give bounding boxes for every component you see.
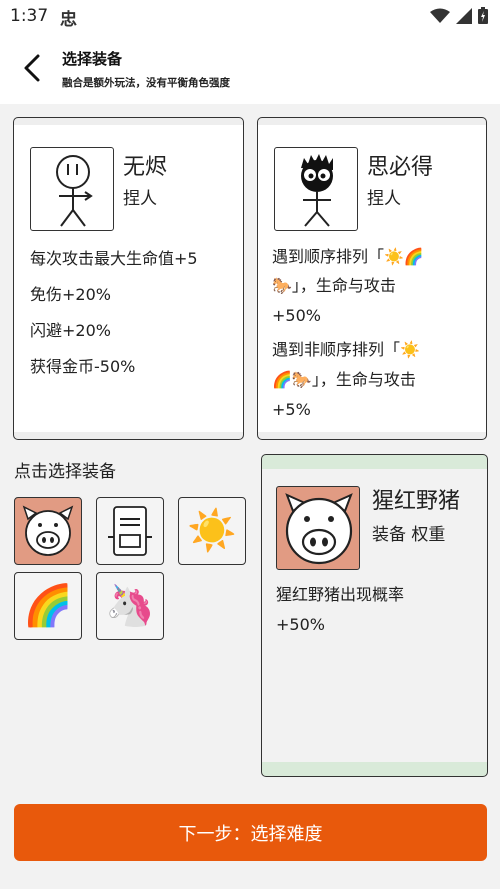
character-effect: 遇到顺序排列「☀️🌈 <box>272 247 424 266</box>
rainbow-icon: 🌈 <box>23 583 73 629</box>
unicorn-icon: 🦄 <box>105 583 155 629</box>
character-card-wujin[interactable]: 无烬 捏人 每次攻击最大生命值+5 免伤+20% 闪避+20% 获得金币-50% <box>13 117 244 440</box>
pig-face-icon <box>285 493 353 565</box>
character-effect: +50% <box>272 306 321 325</box>
character-type: 捏人 <box>123 189 157 209</box>
equip-name: 猩红野猪 <box>372 489 461 514</box>
back-button[interactable] <box>16 51 50 85</box>
back-arrow-icon <box>24 54 40 82</box>
sun-icon: ☀️ <box>187 508 237 554</box>
character-effect: 每次攻击最大生命值+5 <box>30 249 198 268</box>
equip-effect: 猩红野猪出现概率 <box>276 585 405 604</box>
equip-slot-rainbow[interactable]: 🌈 <box>14 572 82 640</box>
equip-slot-robot[interactable] <box>96 497 164 565</box>
avatar <box>274 147 358 231</box>
stick-figure-icon <box>56 155 93 227</box>
character-effect: 闪避+20% <box>30 321 111 340</box>
equip-detail-card: 猩红野猪 装备 权重 猩红野猪出现概率 +50% <box>261 454 488 777</box>
character-card-sibide[interactable]: 思必得 捏人 遇到顺序排列「☀️🌈 🐎」，生命与攻击 +50% 遇到非顺序排列「… <box>257 117 487 440</box>
equip-tags: 装备 权重 <box>372 525 446 545</box>
status-bar: 1:37 忠 <box>0 0 500 34</box>
card-body: 无烬 捏人 每次攻击最大生命值+5 免伤+20% 闪避+20% 获得金币-50% <box>14 125 243 432</box>
equip-effect: +50% <box>276 615 325 634</box>
avatar <box>30 147 114 231</box>
equip-avatar <box>276 486 360 570</box>
character-effect: 遇到非顺序排列「☀️ <box>272 340 420 359</box>
equip-section-label: 点击选择装备 <box>14 462 116 482</box>
pig-face-icon <box>22 505 74 556</box>
character-effect: 免伤+20% <box>30 285 111 304</box>
character-effect: 🌈🐎」，生命与攻击 <box>272 370 416 389</box>
spiky-stick-figure-icon <box>301 154 333 227</box>
character-effect: 获得金币-50% <box>30 357 136 376</box>
signal-icon <box>456 7 472 24</box>
equip-slot-sun[interactable]: ☀️ <box>178 497 246 565</box>
character-name: 思必得 <box>367 155 434 180</box>
app-header: 选择装备 融合是额外玩法，没有平衡角色强度 <box>0 34 500 104</box>
character-name: 无烬 <box>123 155 168 180</box>
robot-face-icon <box>108 506 152 556</box>
wifi-icon <box>430 8 450 23</box>
equip-slot-unicorn[interactable]: 🦄 <box>96 572 164 640</box>
equip-slot-pig[interactable] <box>14 497 82 565</box>
status-indicators <box>430 7 488 24</box>
page-title: 选择装备 <box>62 50 123 68</box>
next-step-button[interactable]: 下一步：选择难度 <box>14 804 487 861</box>
status-time: 1:37 <box>10 6 49 26</box>
app-notification-icon: 忠 <box>60 10 77 30</box>
character-effect: +5% <box>272 400 311 419</box>
character-effect: 🐎」，生命与攻击 <box>272 276 396 295</box>
character-type: 捏人 <box>367 189 401 209</box>
battery-icon <box>478 7 488 24</box>
detail-body: 猩红野猪 装备 权重 猩红野猪出现概率 +50% <box>262 469 487 762</box>
page-subtitle: 融合是额外玩法，没有平衡角色强度 <box>62 77 230 89</box>
card-body: 思必得 捏人 遇到顺序排列「☀️🌈 🐎」，生命与攻击 +50% 遇到非顺序排列「… <box>258 125 486 432</box>
